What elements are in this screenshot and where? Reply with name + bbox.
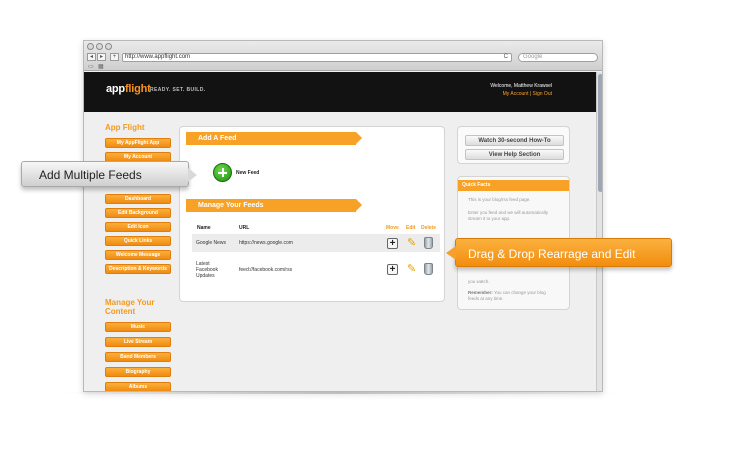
sidebar-item-welcome-message[interactable]: Welcome Message [105,250,171,260]
callout-text: Add Multiple Feeds [39,168,142,182]
account-links[interactable]: My Account | Sign Out [503,91,552,97]
watch-howto-button[interactable]: Watch 30-second How-To [465,135,564,146]
manage-feeds-header: Manage Your Feeds [186,199,362,212]
sidebar-title-content-2: Content [105,307,136,316]
move-arrows-icon[interactable]: + [387,264,398,275]
feeds-panel: Add A Feed New Feed Manage Your Feeds Na… [179,126,445,302]
callout-drag-drop: Drag & Drop Rearrage and Edit [446,238,672,267]
trash-icon[interactable] [424,237,433,249]
pencil-icon[interactable]: ✎ [407,237,417,249]
close-window-button[interactable] [87,43,94,50]
column-header-delete: Delete [421,225,437,231]
minimize-window-button[interactable] [96,43,103,50]
fact-item: you watch. [468,279,490,284]
sidebar-item-live-stream[interactable]: Live Stream [105,337,171,347]
address-bar[interactable]: http://www.appflight.com C [122,53,512,62]
feed-url: feed://facebook.com/rss [239,267,293,273]
browser-window: ◂ ▸ + http://www.appflight.com C Google … [83,40,603,392]
sidebar-item-dashboard[interactable]: Dashboard [105,194,171,204]
sidebar-item-albums[interactable]: Albums [105,382,171,391]
feed-url: https://news.google.com [239,240,293,246]
search-input[interactable]: Google [518,53,598,62]
page-scrollbar[interactable] [596,72,602,391]
plus-circle-icon[interactable] [213,163,232,182]
appflight-logo[interactable]: appflight [106,83,151,95]
column-header-move: Move [386,225,399,231]
callout-text: Drag & Drop Rearrage and Edit [468,247,636,261]
callout-add-multiple-feeds: Add Multiple Feeds [21,161,197,187]
site-header: appflight READY. SET. BUILD. Welcome, Ma… [84,72,596,112]
browser-toolbar: ◂ ▸ + http://www.appflight.com C Google … [84,41,602,71]
fact-item: Enter you feed and we will automatically… [468,210,549,221]
trash-icon[interactable] [424,263,433,275]
sidebar-item-edit-background[interactable]: Edit Background [105,208,171,218]
quick-facts-header: Quick Facts [458,180,569,191]
pencil-icon[interactable]: ✎ [407,263,417,275]
howto-box: Watch 30-second How-To View Help Section [457,126,570,164]
reload-icon[interactable]: C [504,54,508,61]
back-button[interactable]: ◂ [87,53,96,61]
sidebar-title-content-1: Manage Your [105,298,155,307]
sidebar-item-edit-icon[interactable]: Edit Icon [105,222,171,232]
add-feed-header: Add A Feed [186,132,362,145]
forward-button[interactable]: ▸ [97,53,106,61]
column-header-edit: Edit [406,225,416,231]
move-arrows-icon[interactable]: + [387,238,398,249]
search-placeholder: Google [523,54,543,60]
zoom-window-button[interactable] [105,43,112,50]
sidebar-item-my-app[interactable]: My AppFlight App [105,138,171,148]
sidebar-item-band-members[interactable]: Band Members [105,352,171,362]
fact-item: Remember: You can change your blog feeds… [468,290,546,301]
feed-name: Latest Facebook Updates [196,261,218,279]
add-bookmark-button[interactable]: + [110,53,119,61]
feed-name: Google News [196,240,227,246]
scrollbar-thumb[interactable] [598,74,602,192]
bookmarks-grid-icon[interactable]: ▦ [98,63,104,70]
bookmarks-book-icon[interactable]: ▭ [88,63,94,70]
view-help-button[interactable]: View Help Section [465,149,564,160]
fact-item: This is your blog/rss feed page. [468,197,531,202]
sidebar-item-biography[interactable]: Biography [105,367,171,377]
sidebar-item-music[interactable]: Music [105,322,171,332]
sidebar-title-app: App Flight [105,123,145,132]
table-row[interactable]: Google News https://news.google.com + ✎ [192,234,440,252]
welcome-text: Welcome, Matthew Krawsel [490,83,552,89]
window-reflection [58,392,618,394]
column-header-name: Name [197,225,211,231]
tagline: READY. SET. BUILD. [150,87,206,93]
address-text: http://www.appflight.com [125,54,191,60]
sidebar-item-quick-links[interactable]: Quick Links [105,236,171,246]
table-row[interactable]: Latest Facebook Updates feed://facebook.… [192,256,440,282]
new-feed-button[interactable]: New Feed [236,170,259,176]
column-header-url: URL [239,225,250,231]
sidebar-item-description-keywords[interactable]: Description & Keywords [105,264,171,274]
